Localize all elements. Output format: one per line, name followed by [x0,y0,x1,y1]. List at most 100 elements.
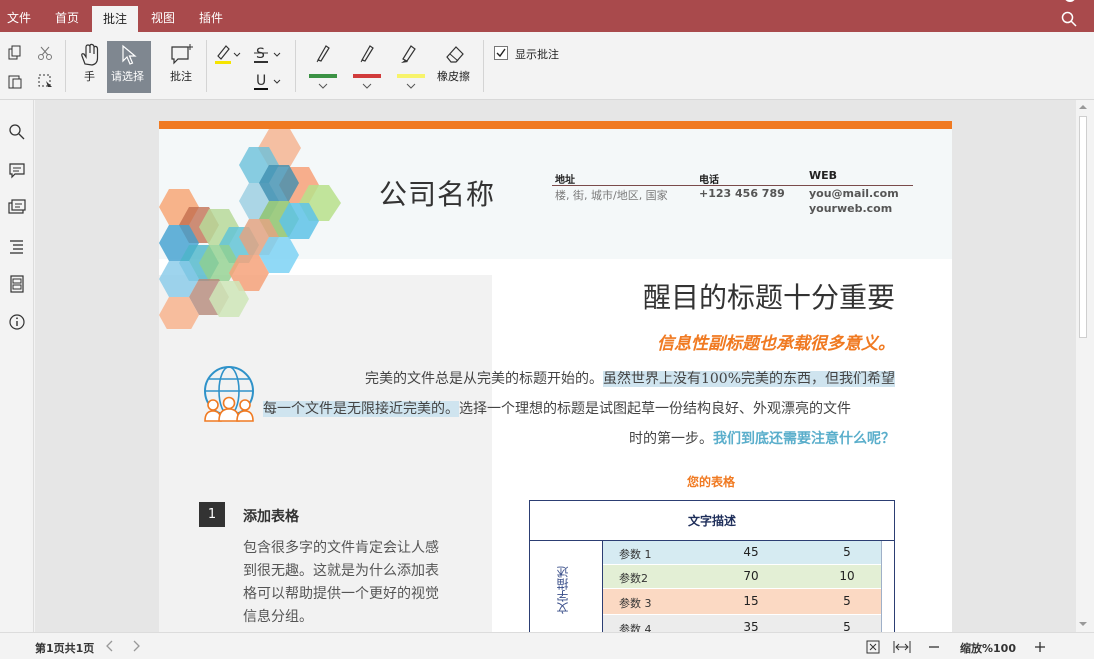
step-line: 格可以帮助提供一个更好的视觉 [243,586,439,602]
row-value-b: 5 [843,545,851,559]
hand-label: 手 [84,70,95,83]
step-line: 信息分组。 [243,609,313,625]
table-caption: 您的表格 [686,475,735,489]
hexagon-decoration [159,129,341,329]
row-value-a: 15 [743,594,759,608]
left-sidebar [0,100,34,632]
body-text: 完美的文件总是从完美的标题开始的。 [364,371,603,387]
subheadline: 信息性副标题也承载很多意义。 [657,334,895,354]
fit-page-icon[interactable] [865,639,881,655]
row-label: 参数 3 [619,597,652,610]
strikethrough-icon[interactable]: S [254,44,284,64]
ribbon-toolbar: 手 请选择 批注 S U 橡皮擦 显示批注 [0,32,1094,100]
pen-green-icon[interactable] [310,44,336,64]
paste-icon[interactable] [7,73,23,89]
comment-icon[interactable] [7,160,27,180]
eraser-icon[interactable] [444,44,466,64]
highlighted-text[interactable]: 虽然世界上没有100%完美的东西，但我们希望 [602,371,895,387]
highlight-icon[interactable] [214,44,242,64]
phone-value: +123 456 789 [699,187,785,200]
step-number-badge: 1 [199,502,225,527]
row-label: 参数 1 [619,548,652,561]
hand-icon[interactable] [78,43,100,67]
table-header: 文字描述 [530,501,894,541]
show-comments-label: 显示批注 [515,48,559,61]
pen-red-swatch[interactable] [353,74,381,78]
question-text: 我们到底还需要注意什么呢？ [713,431,895,447]
page-info: 第1页共1页 [35,642,95,655]
body-line-3: 时的第一步。我们到底还需要注意什么呢？ [629,429,895,449]
info-icon[interactable] [7,312,27,332]
address-header: 地址 [555,175,575,186]
table-row: 参数 4 35 5 [603,615,881,632]
cut-icon[interactable] [37,45,53,61]
show-comments-checkbox[interactable] [494,46,508,60]
next-page-icon[interactable] [132,640,142,652]
add-comment-icon[interactable] [170,44,194,66]
page-top-bar [159,121,952,129]
menu-plugins[interactable]: 插件 [188,0,234,32]
row-value-a: 35 [743,620,759,632]
fit-width-icon[interactable] [893,639,911,655]
select-tool-label: 请选择 [111,70,144,83]
table-row: 参数 3 15 5 [603,589,881,615]
pen-red-icon[interactable] [354,44,380,64]
highlighter-icon[interactable] [397,44,423,64]
company-name: 公司名称 [379,178,496,211]
table-row: 参数2 70 10 [603,565,881,589]
menu-view[interactable]: 视图 [140,0,186,32]
web-header: WEB [809,169,838,182]
row-value-b: 5 [843,594,851,608]
pointer-icon [122,44,137,65]
highlighter-yellow-swatch[interactable] [397,74,425,78]
chevron-down-icon[interactable] [406,83,416,89]
select-area-icon[interactable] [37,73,53,89]
step-line: 到很无趣。这就是为什么添加表 [243,563,439,579]
document-page[interactable]: 公司名称 地址 楼, 街, 城市/地区, 国家 电话 +123 456 789 … [159,121,952,632]
previous-page-icon[interactable] [104,640,114,652]
step-line: 包含很多字的文件肯定会让人感 [243,540,439,556]
search-icon[interactable] [1061,11,1077,27]
body-line-2: 每一个文件是无限接近完美的。选择一个理想的标题是试图起草一份结构良好、外观漂亮的… [263,399,851,419]
search-icon[interactable] [7,122,27,142]
row-label: 参数2 [619,572,648,585]
scroll-up-icon[interactable] [1078,103,1088,111]
email-value: you@mail.com [809,187,899,200]
body-text: 时的第一步。 [629,431,713,447]
menu-bar: 文件 首页 批注 视图 插件 [0,0,1094,32]
address-value: 楼, 街, 城市/地区, 国家 [555,189,668,202]
row-label: 参数 4 [619,623,652,632]
zoom-in-icon[interactable] [1033,639,1047,655]
row-value-b: 5 [843,620,851,632]
outline-icon[interactable] [7,236,27,256]
menu-annotate[interactable]: 批注 [92,6,138,32]
comments-list-icon[interactable] [7,198,27,218]
row-value-a: 70 [743,569,759,583]
body-text: 选择一个理想的标题是试图起草一份结构良好、外观漂亮的文件 [459,401,851,417]
status-bar: 第1页共1页 缩放%100 [0,632,1094,659]
window-control-icon[interactable] [1060,0,1080,6]
step-body: 包含很多字的文件肯定会让人感 到很无趣。这就是为什么添加表 格可以帮助提供一个更… [243,537,439,629]
highlighted-text[interactable]: 每一个文件是无限接近完美的。 [263,401,459,417]
table-side-label: 文字描述 [556,566,570,614]
vertical-scrollbar[interactable] [1076,100,1090,632]
phone-header: 电话 [699,175,719,186]
scroll-down-icon[interactable] [1078,620,1088,628]
chevron-down-icon[interactable] [318,83,328,89]
copy-icon[interactable] [7,45,23,61]
pen-green-swatch[interactable] [309,74,337,78]
chevron-down-icon[interactable] [362,83,372,89]
document-viewport[interactable]: 公司名称 地址 楼, 街, 城市/地区, 国家 电话 +123 456 789 … [35,100,1076,632]
underline-icon[interactable]: U [254,72,284,92]
scroll-thumb[interactable] [1079,116,1087,338]
comment-label: 批注 [170,70,192,83]
row-value-a: 45 [743,545,759,559]
thumbnails-icon[interactable] [7,274,27,294]
table-right-line [881,541,882,632]
menu-home[interactable]: 首页 [44,0,90,32]
zoom-level[interactable]: 缩放%100 [960,640,1016,656]
row-value-b: 10 [839,569,855,583]
menu-file[interactable]: 文件 [0,0,38,32]
svg-text:U: U [256,73,266,89]
zoom-out-icon[interactable] [927,639,941,655]
